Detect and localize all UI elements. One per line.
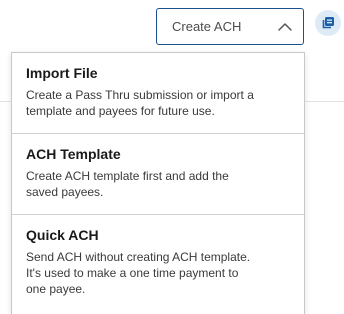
menu-item-quick-ach[interactable]: Quick ACH Send ACH without creating ACH … <box>12 215 304 314</box>
menu-item-description: Send ACH without creating ACH template. … <box>26 250 251 296</box>
menu-item-description: Create a Pass Thru submission or import … <box>26 88 254 118</box>
menu-item-title: Import File <box>26 65 98 81</box>
copy-button[interactable] <box>315 10 341 36</box>
menu-item-title: ACH Template <box>26 146 121 162</box>
create-ach-label: Create ACH <box>172 19 242 34</box>
chevron-up-icon <box>277 20 293 32</box>
create-ach-dropdown-button[interactable]: Create ACH <box>156 8 304 45</box>
copy-icon <box>322 17 334 29</box>
create-ach-menu: Import File Create a Pass Thru submissio… <box>11 52 305 314</box>
menu-item-import-file[interactable]: Import File Create a Pass Thru submissio… <box>12 53 304 133</box>
menu-item-ach-template[interactable]: ACH Template Create ACH template first a… <box>12 134 304 214</box>
menu-item-title: Quick ACH <box>26 227 99 243</box>
menu-item-description: Create ACH template first and add the sa… <box>26 169 229 199</box>
